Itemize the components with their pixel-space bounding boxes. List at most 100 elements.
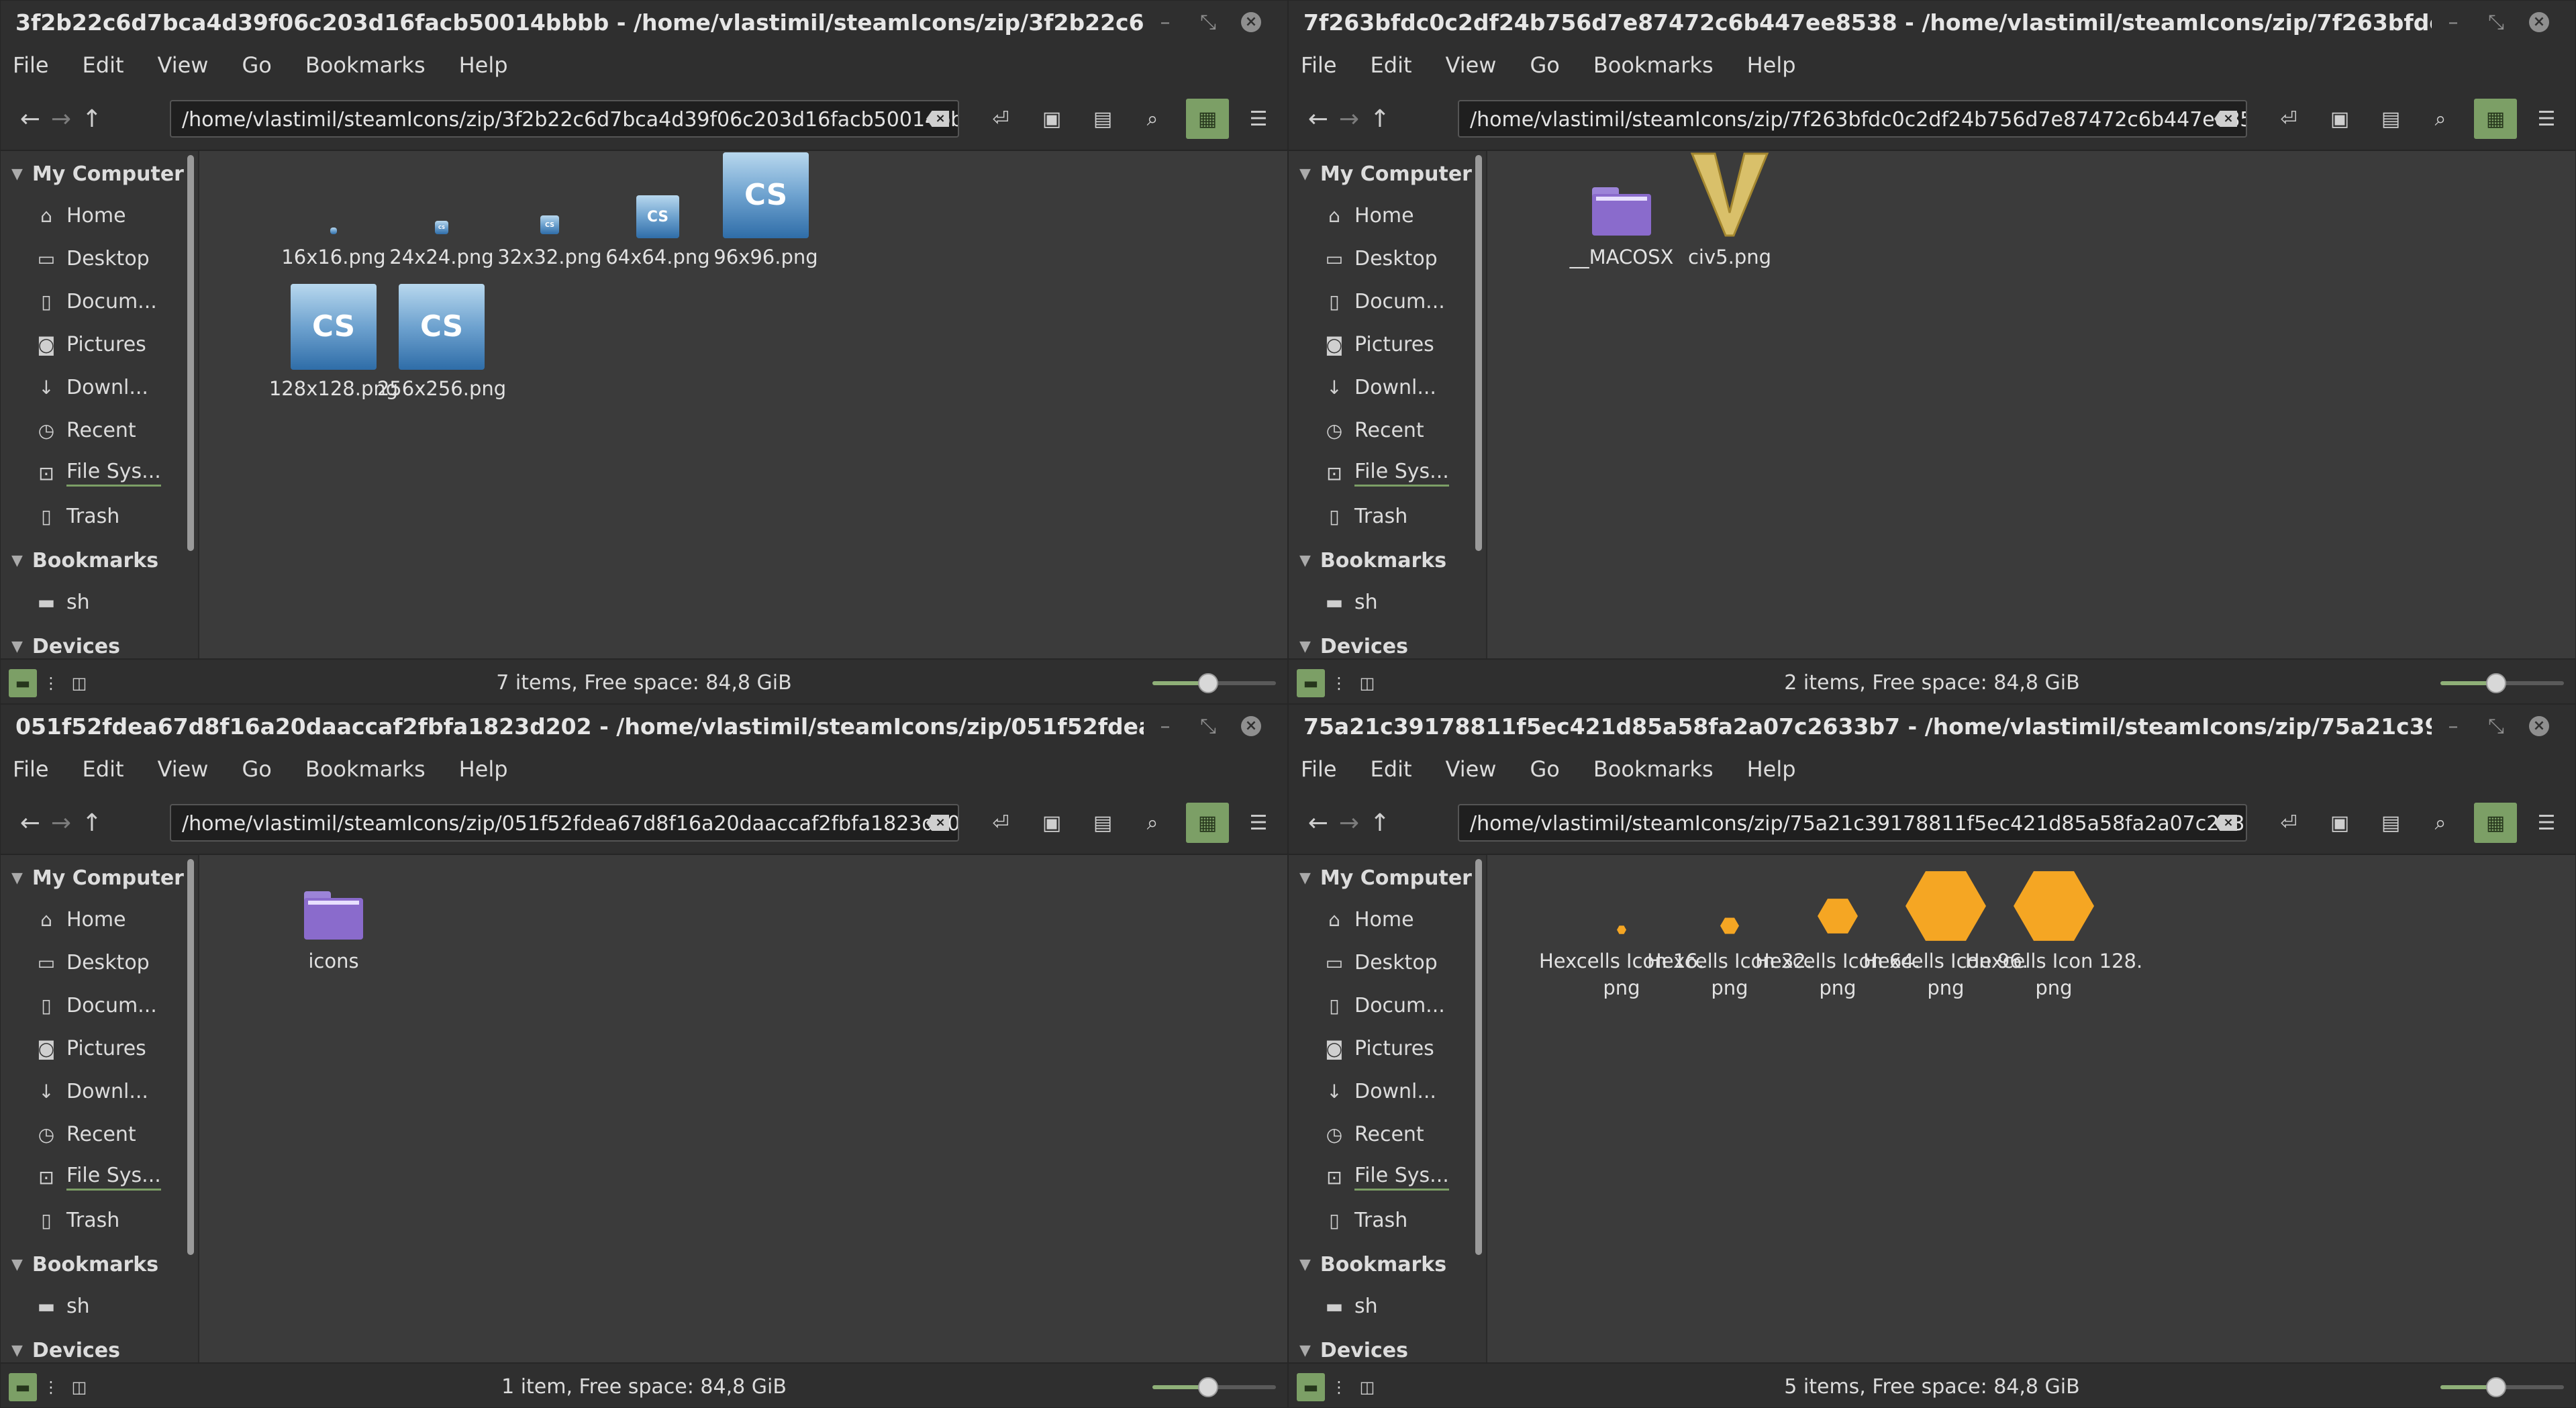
terminal-button[interactable]: ▣ bbox=[1030, 803, 1073, 843]
list-view-button[interactable]: ☰ bbox=[1237, 803, 1280, 843]
sidebar-section-devices[interactable]: ▼ Devices bbox=[1299, 627, 1408, 658]
titlebar[interactable]: 7f263bfdc0c2df24b756d7e87472c6b447ee8538… bbox=[1289, 1, 2575, 44]
menu-bookmarks[interactable]: Bookmarks bbox=[1593, 52, 1714, 78]
sidebar-item-docum[interactable]: ▯ Docum... bbox=[1324, 280, 1445, 323]
sidebar-item-file-sys[interactable]: ⊡ File Sys... bbox=[1324, 452, 1449, 495]
list-view-button[interactable]: ☰ bbox=[2525, 99, 2568, 139]
sidebar-item-trash[interactable]: ▯ Trash bbox=[1324, 495, 1407, 538]
show-tree-button[interactable]: ⋮ bbox=[1325, 669, 1353, 697]
close-button[interactable]: × bbox=[1230, 1, 1273, 44]
search-button[interactable]: ⌕ bbox=[1131, 99, 1174, 139]
terminal-button[interactable]: ▣ bbox=[1030, 99, 1073, 139]
sidebar-item-desktop[interactable]: ▭ Desktop bbox=[1324, 237, 1438, 280]
menu-help[interactable]: Help bbox=[459, 52, 508, 78]
show-places-button[interactable]: ▬ bbox=[1297, 1373, 1325, 1401]
icon-view-button[interactable]: ▦ bbox=[2474, 99, 2517, 139]
menu-file[interactable]: File bbox=[1301, 52, 1337, 78]
zoom-slider[interactable] bbox=[1152, 1377, 1276, 1397]
toggle-location-button[interactable]: ⏎ bbox=[2267, 803, 2310, 843]
menu-go[interactable]: Go bbox=[242, 756, 271, 782]
sidebar-item-pictures[interactable]: ◙ Pictures bbox=[1324, 1027, 1434, 1070]
clear-location-button[interactable]: × bbox=[919, 804, 956, 842]
sidebar-section-bookmarks[interactable]: ▼ Bookmarks bbox=[1299, 542, 1446, 579]
sidebar-item-home[interactable]: ⌂ Home bbox=[36, 898, 126, 941]
location-field[interactable]: /home/vlastimil/steamIcons/zip/7f263bfdc… bbox=[1458, 100, 2247, 138]
sidebar-section-bookmarks[interactable]: ▼ Bookmarks bbox=[11, 1246, 158, 1283]
minimize-button[interactable]: – bbox=[2432, 705, 2475, 748]
file-view[interactable]: __MACOSX civ5.png bbox=[1486, 151, 2575, 658]
sidebar-item-downl[interactable]: ↓ Downl... bbox=[36, 1070, 148, 1113]
close-button[interactable]: × bbox=[2518, 705, 2561, 748]
menu-view[interactable]: View bbox=[158, 52, 209, 78]
show-tree-button[interactable]: ⋮ bbox=[37, 1373, 65, 1401]
menu-go[interactable]: Go bbox=[1530, 52, 1559, 78]
menu-view[interactable]: View bbox=[1446, 52, 1497, 78]
menu-bookmarks[interactable]: Bookmarks bbox=[305, 52, 426, 78]
menu-file[interactable]: File bbox=[13, 756, 49, 782]
sidebar-scrollbar[interactable] bbox=[1475, 859, 1482, 1255]
toggle-location-button[interactable]: ⏎ bbox=[979, 99, 1022, 139]
icon-view-button[interactable]: ▦ bbox=[2474, 803, 2517, 843]
new-folder-button[interactable]: ▤ bbox=[2369, 803, 2412, 843]
menu-edit[interactable]: Edit bbox=[1371, 52, 1412, 78]
terminal-button[interactable]: ▣ bbox=[2318, 99, 2361, 139]
new-folder-button[interactable]: ▤ bbox=[1081, 99, 1124, 139]
sidebar-item-recent[interactable]: ◷ Recent bbox=[1324, 1113, 1424, 1156]
titlebar[interactable]: 3f2b22c6d7bca4d39f06c203d16facb50014bbbb… bbox=[1, 1, 1287, 44]
menu-file[interactable]: File bbox=[13, 52, 49, 78]
sidebar-item-desktop[interactable]: ▭ Desktop bbox=[36, 941, 150, 984]
hide-sidebar-button[interactable]: ◫ bbox=[1353, 1373, 1381, 1401]
location-field[interactable]: /home/vlastimil/steamIcons/zip/75a21c391… bbox=[1458, 804, 2247, 842]
new-folder-button[interactable]: ▤ bbox=[1081, 803, 1124, 843]
sidebar-item-sh[interactable]: ▬ sh bbox=[1324, 581, 1378, 623]
close-button[interactable]: × bbox=[2518, 1, 2561, 44]
zoom-slider[interactable] bbox=[2440, 1377, 2564, 1397]
sidebar-section-my-computer[interactable]: ▼ My Computer bbox=[11, 859, 184, 897]
file-view[interactable]: icons bbox=[198, 855, 1287, 1362]
menu-edit[interactable]: Edit bbox=[1371, 756, 1412, 782]
sidebar-item-trash[interactable]: ▯ Trash bbox=[36, 495, 119, 538]
close-button[interactable]: × bbox=[1230, 705, 1273, 748]
sidebar-item-downl[interactable]: ↓ Downl... bbox=[36, 366, 148, 409]
sidebar-item-home[interactable]: ⌂ Home bbox=[1324, 194, 1414, 237]
maximize-button[interactable]: ⤡ bbox=[2475, 1, 2518, 44]
clear-location-button[interactable]: × bbox=[2207, 100, 2244, 138]
location-field[interactable]: /home/vlastimil/steamIcons/zip/051f52fde… bbox=[170, 804, 959, 842]
menu-go[interactable]: Go bbox=[242, 52, 271, 78]
sidebar-item-trash[interactable]: ▯ Trash bbox=[1324, 1199, 1407, 1242]
hide-sidebar-button[interactable]: ◫ bbox=[1353, 669, 1381, 697]
menu-file[interactable]: File bbox=[1301, 756, 1337, 782]
sidebar-section-my-computer[interactable]: ▼ My Computer bbox=[11, 155, 184, 193]
up-button[interactable]: ↑ bbox=[70, 99, 113, 139]
zoom-slider[interactable] bbox=[2440, 673, 2564, 693]
new-folder-button[interactable]: ▤ bbox=[2369, 99, 2412, 139]
sidebar-section-my-computer[interactable]: ▼ My Computer bbox=[1299, 155, 1472, 193]
sidebar-item-docum[interactable]: ▯ Docum... bbox=[36, 280, 157, 323]
zoom-slider-handle[interactable] bbox=[1197, 673, 1218, 693]
sidebar-item-file-sys[interactable]: ⊡ File Sys... bbox=[1324, 1156, 1449, 1199]
show-places-button[interactable]: ▬ bbox=[9, 669, 37, 697]
sidebar-item-recent[interactable]: ◷ Recent bbox=[36, 1113, 136, 1156]
search-button[interactable]: ⌕ bbox=[1131, 803, 1174, 843]
sidebar-item-sh[interactable]: ▬ sh bbox=[36, 581, 90, 623]
menu-bookmarks[interactable]: Bookmarks bbox=[305, 756, 426, 782]
menu-help[interactable]: Help bbox=[1747, 756, 1796, 782]
list-view-button[interactable]: ☰ bbox=[2525, 803, 2568, 843]
zoom-slider-handle[interactable] bbox=[1197, 1377, 1218, 1397]
sidebar-item-pictures[interactable]: ◙ Pictures bbox=[36, 1027, 146, 1070]
location-field[interactable]: /home/vlastimil/steamIcons/zip/3f2b22c6d… bbox=[170, 100, 959, 138]
icon-view-button[interactable]: ▦ bbox=[1186, 99, 1229, 139]
sidebar-section-devices[interactable]: ▼ Devices bbox=[11, 1331, 120, 1362]
hide-sidebar-button[interactable]: ◫ bbox=[65, 669, 93, 697]
minimize-button[interactable]: – bbox=[1144, 705, 1187, 748]
search-button[interactable]: ⌕ bbox=[2419, 803, 2462, 843]
sidebar-item-recent[interactable]: ◷ Recent bbox=[36, 409, 136, 452]
sidebar-item-trash[interactable]: ▯ Trash bbox=[36, 1199, 119, 1242]
show-tree-button[interactable]: ⋮ bbox=[37, 669, 65, 697]
sidebar-item-docum[interactable]: ▯ Docum... bbox=[1324, 984, 1445, 1027]
minimize-button[interactable]: – bbox=[1144, 1, 1187, 44]
menu-edit[interactable]: Edit bbox=[83, 756, 124, 782]
zoom-slider-handle[interactable] bbox=[2485, 673, 2506, 693]
sidebar-item-desktop[interactable]: ▭ Desktop bbox=[36, 237, 150, 280]
sidebar-item-docum[interactable]: ▯ Docum... bbox=[36, 984, 157, 1027]
